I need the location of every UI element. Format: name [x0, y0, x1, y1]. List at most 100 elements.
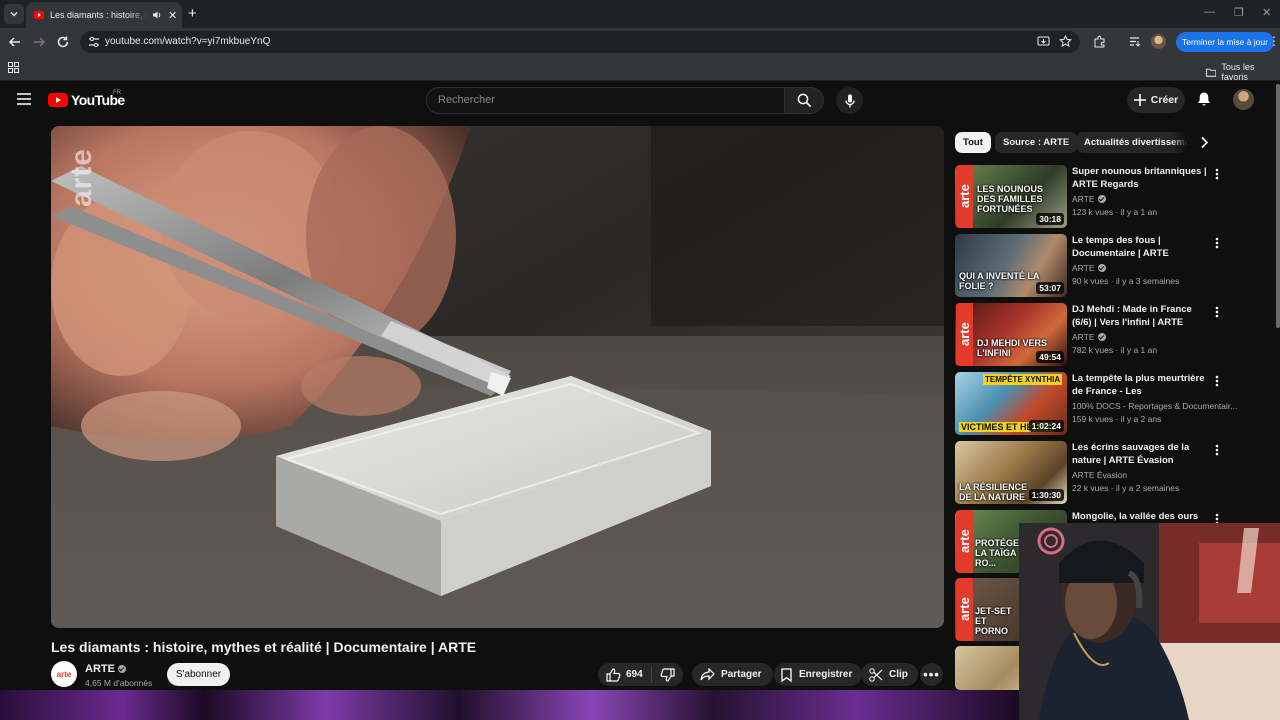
more-options-icon[interactable]	[1215, 237, 1219, 249]
chevron-right-icon[interactable]	[1200, 136, 1209, 149]
video-frame	[51, 126, 944, 628]
profile-avatar[interactable]	[1151, 34, 1166, 49]
views-count: 22 k vues	[1072, 483, 1109, 493]
youtube-logo[interactable]: YouTube FR	[48, 90, 125, 108]
more-options-icon[interactable]	[1215, 444, 1219, 456]
create-label: Créer	[1150, 94, 1179, 106]
video-thumbnail[interactable]: arte DJ MEHDI VERS L'INFINI 49:54	[955, 303, 1067, 366]
thumbnail-caption: PROTÉGER LA TAÏGA RO...	[975, 538, 1023, 568]
install-app-icon[interactable]	[1037, 36, 1050, 48]
speaker-icon[interactable]	[152, 10, 162, 20]
youtube-favicon-icon	[34, 11, 44, 19]
search-input[interactable]	[436, 93, 770, 107]
thumbs-down-icon[interactable]	[660, 667, 675, 682]
page-scrollbar-thumb[interactable]	[1276, 84, 1280, 328]
recommendation-title: Le temps des fous | Documentaire | ARTE	[1072, 235, 1169, 259]
recommendation-item[interactable]: LA RÉSILIENCE DE LA NATURE 1:30:30 Les é…	[955, 441, 1225, 505]
recommendation-title: DJ Mehdi : Made in France (6/6) | Vers l…	[1072, 304, 1192, 328]
address-bar[interactable]: youtube.com/watch?v=yi7mkbueYnQ	[80, 31, 1080, 53]
close-window-icon[interactable]: ✕	[1262, 6, 1271, 19]
account-avatar[interactable]	[1233, 89, 1254, 110]
close-tab-icon[interactable]: ✕	[168, 9, 177, 22]
recommendation-channel[interactable]: 100% DOCS - Reportages & Documentair...	[1072, 401, 1237, 411]
video-thumbnail[interactable]: TEMPÊTE XYNTHIA VICTIMES ET HÉROS 1:02:2…	[955, 372, 1067, 435]
save-button[interactable]: Enregistrer	[774, 663, 863, 686]
clip-button[interactable]: Clip	[861, 663, 918, 686]
minimize-icon[interactable]: —	[1204, 6, 1215, 18]
upload-age: il y a 2 semaines	[1115, 483, 1180, 493]
bookmark-star-icon[interactable]	[1059, 35, 1072, 48]
hamburger-menu-icon[interactable]	[17, 93, 31, 105]
bookmark-save-icon	[781, 667, 792, 682]
thumbs-up-icon[interactable]	[606, 667, 621, 682]
upload-age: il y a 2 ans	[1120, 414, 1162, 424]
update-browser-button[interactable]: Terminer la mise à jour	[1176, 32, 1274, 52]
channel-name-text: ARTE	[1072, 263, 1095, 273]
chip-entertainment-news[interactable]: Actualités divertissement	[1076, 132, 1188, 153]
back-arrow-icon[interactable]	[8, 35, 22, 49]
upload-age: il y a 1 an	[1120, 345, 1158, 355]
upload-age: il y a 3 semaines	[1115, 276, 1180, 286]
new-tab-button[interactable]: +	[188, 6, 197, 21]
channel-name-text: 100% DOCS - Reportages & Documentair...	[1072, 401, 1238, 411]
more-options-icon[interactable]	[1215, 306, 1219, 318]
browser-menu-icon[interactable]: ⋮	[1268, 35, 1280, 47]
channel-avatar-logo: arte	[56, 669, 72, 679]
recommendation-item[interactable]: arte DJ MEHDI VERS L'INFINI 49:54 DJ Meh…	[955, 303, 1225, 367]
recommendation-meta: 22 k vues · il y a 2 semaines	[1072, 483, 1180, 493]
apps-grid-icon[interactable]	[8, 62, 19, 73]
tab-title: Les diamants : histoire, mythes et réali…	[50, 10, 148, 20]
video-thumbnail[interactable]: arte LES NOUNOUS DES FAMILLES FORTUNÉES …	[955, 165, 1067, 228]
more-options-icon[interactable]	[1215, 375, 1219, 387]
share-icon	[700, 668, 715, 681]
thumbnail-banner: TEMPÊTE XYNTHIA	[983, 374, 1063, 385]
tab-search-button[interactable]	[4, 4, 24, 24]
recommendation-item[interactable]: QUI A INVENTÉ LA FOLIE ? 53:07 Le temps …	[955, 234, 1225, 298]
thumbnail-caption: LA RÉSILIENCE DE LA NATURE	[959, 482, 1028, 502]
views-count: 90 k vues	[1072, 276, 1109, 286]
chip-all[interactable]: Tout	[955, 132, 991, 153]
browser-tab-active[interactable]: Les diamants : histoire, mythes et réali…	[26, 2, 182, 28]
create-button[interactable]: Créer	[1127, 87, 1185, 113]
share-label: Partager	[721, 669, 762, 680]
site-settings-icon[interactable]	[88, 36, 100, 48]
more-dots-icon: •••	[923, 666, 940, 682]
recommendation-meta: 159 k vues · il y a 2 ans	[1072, 414, 1162, 424]
channel-avatar[interactable]: arte	[51, 661, 77, 687]
voice-search-button[interactable]	[836, 87, 863, 114]
arte-logo: arte	[956, 578, 973, 641]
search-box[interactable]	[426, 87, 784, 114]
forward-arrow-icon[interactable]	[32, 35, 46, 49]
recommendation-channel[interactable]: ARTE	[1072, 332, 1106, 342]
recommendation-channel[interactable]: ARTE	[1072, 263, 1106, 273]
all-bookmarks-folder[interactable]: Tous les favoris	[1206, 62, 1280, 82]
subscriber-count: 4,65 M d'abonnés	[85, 678, 153, 688]
more-options-icon[interactable]	[1215, 168, 1219, 180]
recommendation-item[interactable]: arte LES NOUNOUS DES FAMILLES FORTUNÉES …	[955, 165, 1225, 229]
folder-icon	[1206, 68, 1217, 77]
views-count: 123 k vues	[1072, 207, 1114, 217]
more-actions-button[interactable]: •••	[920, 663, 943, 686]
video-thumbnail[interactable]: LA RÉSILIENCE DE LA NATURE 1:30:30	[955, 441, 1067, 504]
channel-name[interactable]: ARTE	[85, 663, 126, 675]
notifications-bell-icon[interactable]	[1197, 91, 1211, 107]
restore-icon[interactable]: ❐	[1234, 6, 1244, 19]
share-button[interactable]: Partager	[692, 663, 773, 686]
recommendation-channel[interactable]: ARTE	[1072, 194, 1106, 204]
browser-tab-bar: Les diamants : histoire, mythes et réali…	[0, 0, 1280, 28]
subscribe-button[interactable]: S'abonner	[167, 663, 230, 686]
reading-list-icon[interactable]	[1128, 35, 1141, 48]
recommendation-item[interactable]: TEMPÊTE XYNTHIA VICTIMES ET HÉROS 1:02:2…	[955, 372, 1237, 436]
recommendation-channel[interactable]: ARTE Évasion	[1072, 470, 1127, 480]
verified-badge-icon	[1097, 195, 1106, 203]
video-thumbnail[interactable]: QUI A INVENTÉ LA FOLIE ? 53:07	[955, 234, 1067, 297]
chip-source-arte[interactable]: Source : ARTE	[995, 132, 1078, 153]
like-count[interactable]: 694	[626, 669, 643, 680]
video-player[interactable]: arte	[51, 126, 944, 628]
recommendation-meta: 782 k vues · il y a 1 an	[1072, 345, 1158, 355]
recommendation-meta: 123 k vues · il y a 1 an	[1072, 207, 1158, 217]
reload-icon[interactable]	[56, 35, 70, 49]
extensions-icon[interactable]	[1093, 35, 1106, 48]
url-text: youtube.com/watch?v=yi7mkbueYnQ	[105, 36, 271, 47]
search-button[interactable]	[784, 87, 824, 114]
